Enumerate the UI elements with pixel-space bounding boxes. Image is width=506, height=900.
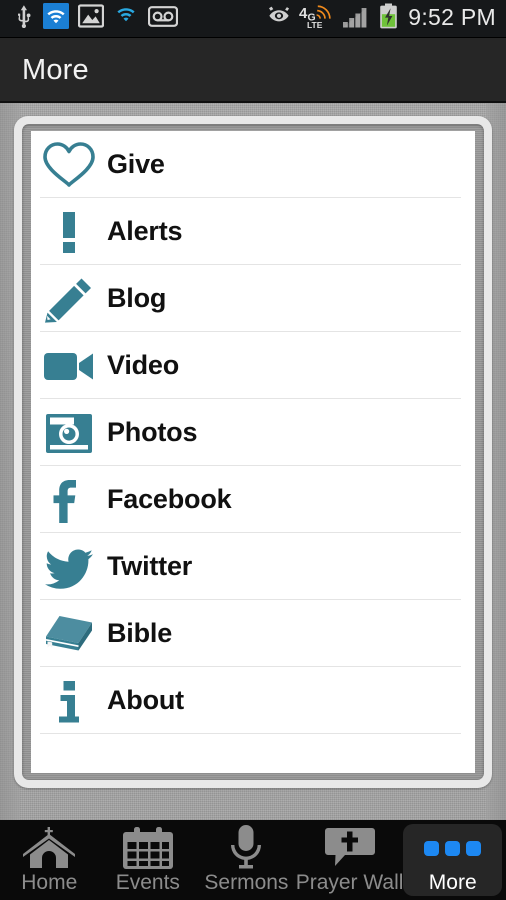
usb-icon bbox=[14, 4, 34, 33]
book-icon bbox=[31, 600, 107, 667]
menu-item-alerts[interactable]: Alerts bbox=[31, 198, 475, 265]
signal-bars-icon bbox=[342, 4, 372, 33]
menu-item-twitter[interactable]: Twitter bbox=[31, 533, 475, 600]
tab-more[interactable]: More bbox=[403, 824, 502, 896]
app-title-bar: More bbox=[0, 38, 506, 103]
tab-sermons[interactable]: Sermons bbox=[197, 820, 296, 900]
screenshot-image-icon bbox=[77, 4, 105, 33]
smart-stay-eye-icon bbox=[266, 6, 292, 31]
tab-events[interactable]: Events bbox=[99, 820, 198, 900]
menu-item-facebook[interactable]: Facebook bbox=[31, 466, 475, 533]
menu-item-label: Bible bbox=[107, 618, 173, 648]
tab-label: Sermons bbox=[204, 871, 289, 894]
voicemail-icon bbox=[147, 5, 179, 32]
facebook-icon bbox=[31, 466, 107, 533]
info-icon bbox=[31, 667, 107, 734]
menu-item-video[interactable]: Video bbox=[31, 332, 475, 399]
church-icon bbox=[18, 827, 80, 869]
tab-label: Home bbox=[21, 871, 78, 894]
menu-item-about[interactable]: About bbox=[31, 667, 475, 734]
microphone-icon bbox=[224, 825, 268, 869]
status-bar-left-icons bbox=[14, 3, 179, 34]
heart-icon bbox=[31, 131, 107, 198]
list-bottom-space bbox=[31, 734, 475, 771]
three-dots-icon bbox=[424, 827, 482, 869]
status-bar: 4 G LTE 9:52 PM bbox=[0, 0, 506, 38]
menu-item-label: Video bbox=[107, 350, 180, 380]
menu-item-label: Twitter bbox=[107, 551, 193, 581]
exclamation-icon bbox=[31, 198, 107, 265]
tab-home[interactable]: Home bbox=[0, 820, 99, 900]
page-title: More bbox=[22, 54, 89, 86]
pencil-icon bbox=[31, 265, 107, 332]
menu-item-label: Facebook bbox=[107, 484, 232, 514]
menu-item-label: Photos bbox=[107, 417, 198, 447]
menu-item-photos[interactable]: Photos bbox=[31, 399, 475, 466]
menu-list: Give Alerts Blog Video Photos Facebook T… bbox=[31, 131, 475, 773]
menu-item-label: About bbox=[107, 685, 184, 715]
bottom-tab-bar: Home Events Sermons Prayer Wall More bbox=[0, 820, 506, 900]
row-separator bbox=[40, 733, 461, 734]
tab-label: Events bbox=[115, 871, 180, 894]
4g-lte-icon: 4 G LTE bbox=[299, 3, 335, 34]
menu-item-give[interactable]: Give bbox=[31, 131, 475, 198]
wifi-icon bbox=[113, 5, 139, 32]
svg-text:LTE: LTE bbox=[307, 20, 323, 29]
wifi-active-icon bbox=[43, 3, 69, 34]
menu-item-label: Blog bbox=[107, 283, 167, 313]
menu-item-blog[interactable]: Blog bbox=[31, 265, 475, 332]
tab-label: Prayer Wall bbox=[295, 871, 404, 894]
status-bar-right-icons: 4 G LTE 9:52 PM bbox=[266, 3, 496, 34]
menu-item-label: Alerts bbox=[107, 216, 183, 246]
status-bar-clock: 9:52 PM bbox=[408, 4, 496, 30]
video-camera-icon bbox=[31, 332, 107, 399]
calendar-icon bbox=[119, 827, 177, 869]
tab-prayer-wall[interactable]: Prayer Wall bbox=[295, 820, 404, 900]
twitter-bird-icon bbox=[31, 533, 107, 600]
camera-icon bbox=[31, 399, 107, 466]
prayer-cross-icon bbox=[323, 827, 377, 869]
menu-item-label: Give bbox=[107, 149, 165, 179]
tab-label: More bbox=[428, 871, 477, 894]
menu-item-bible[interactable]: Bible bbox=[31, 600, 475, 667]
battery-charging-icon bbox=[379, 3, 398, 34]
content-area: Give Alerts Blog Video Photos Facebook T… bbox=[0, 103, 506, 820]
